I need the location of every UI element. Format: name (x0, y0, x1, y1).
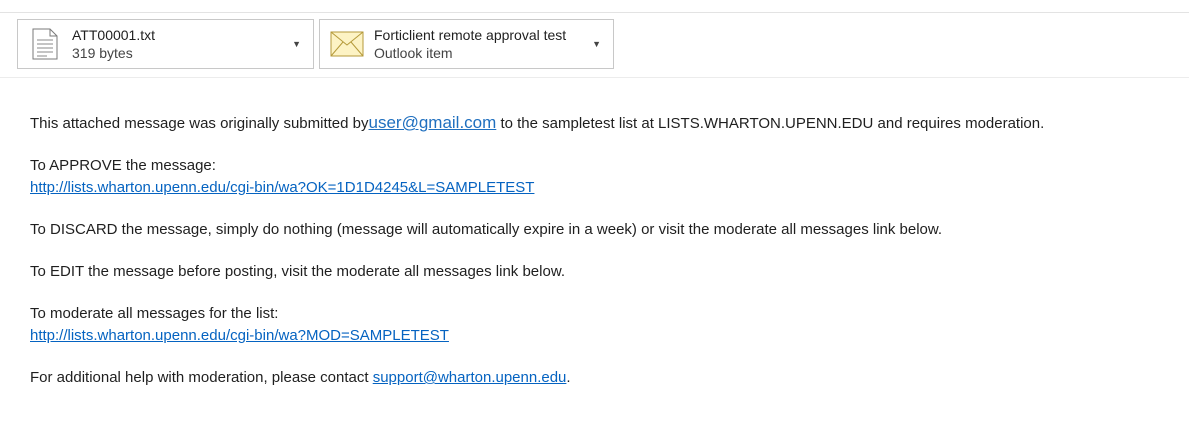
intro-text: This attached message was originally sub… (30, 115, 369, 132)
message-body: This attached message was originally sub… (30, 112, 1180, 389)
discard-paragraph: To DISCARD the message, simply do nothin… (30, 221, 943, 238)
sender-email-link[interactable]: user@gmail.com (369, 113, 497, 132)
attachment-name: Forticlient remote approval test (374, 27, 567, 43)
moderate-link[interactable]: http://lists.wharton.upenn.edu/cgi-bin/w… (30, 327, 449, 344)
attachment-type: Outlook item (374, 45, 453, 61)
support-email-link[interactable]: support@wharton.upenn.edu (373, 369, 567, 386)
attachment-divider (0, 77, 1189, 78)
edit-paragraph: To EDIT the message before posting, visi… (30, 263, 565, 280)
envelope-icon (328, 25, 366, 63)
help-paragraph: For additional help with moderation, ple… (30, 367, 1180, 389)
help-text: For additional help with moderation, ple… (30, 369, 373, 386)
approve-link[interactable]: http://lists.wharton.upenn.edu/cgi-bin/w… (30, 179, 534, 196)
attachment-txt[interactable]: ATT00001.txt 319 bytes ▼ (17, 19, 314, 69)
attachment-outlook-item[interactable]: Forticlient remote approval test Outlook… (319, 19, 614, 69)
header-divider (0, 12, 1189, 13)
text-file-icon (26, 25, 64, 63)
attachment-bar: ATT00001.txt 319 bytes ▼ Forticlient rem… (17, 19, 614, 69)
moderate-label: To moderate all messages for the list: (30, 305, 279, 322)
help-text-end: . (566, 369, 571, 386)
attachment-size: 319 bytes (72, 45, 133, 61)
attachment-name: ATT00001.txt (72, 27, 156, 43)
chevron-down-icon[interactable]: ▼ (292, 39, 301, 49)
chevron-down-icon[interactable]: ▼ (592, 39, 601, 49)
intro-paragraph: This attached message was originally sub… (30, 112, 1180, 135)
approve-label: To APPROVE the message: (30, 157, 216, 174)
intro-text-end: to the sampletest list at LISTS.WHARTON.… (496, 115, 1045, 132)
